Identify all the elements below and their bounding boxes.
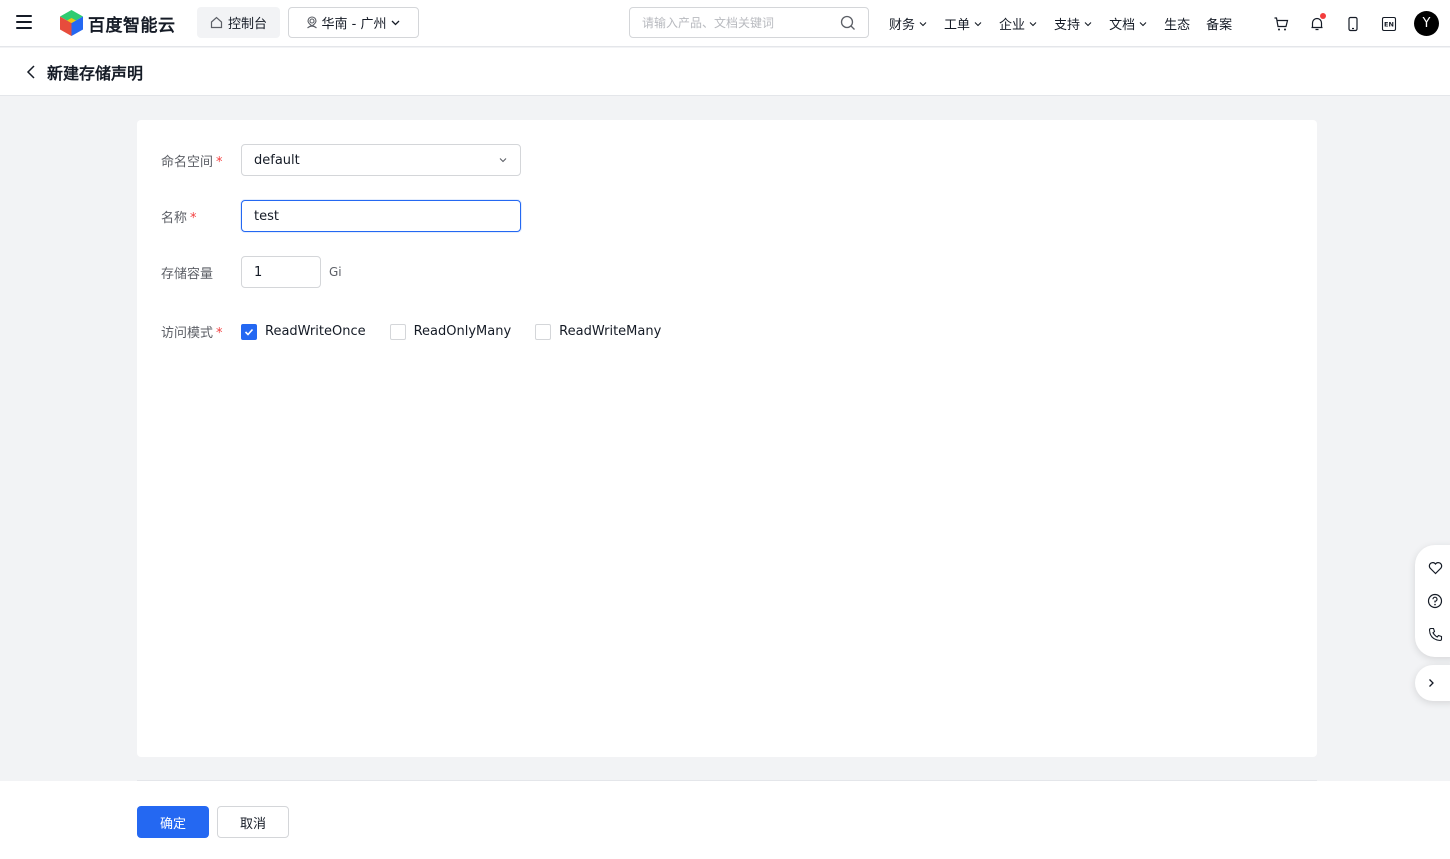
phone-icon[interactable] [1425, 624, 1445, 644]
checkbox-readonlymany[interactable]: ReadOnlyMany [389, 323, 512, 340]
namespace-value: default [254, 152, 300, 168]
home-icon [210, 16, 223, 29]
page-title: 新建存储声明 [47, 63, 144, 83]
cancel-button[interactable]: 取消 [217, 806, 289, 838]
side-panel-expand-button[interactable] [1415, 665, 1450, 701]
location-icon [306, 16, 317, 29]
global-search[interactable] [629, 7, 869, 38]
checkbox-label: ReadWriteOnce [265, 324, 366, 339]
confirm-button[interactable]: 确定 [137, 806, 209, 838]
check-icon [244, 328, 254, 336]
name-row: 名称 * [161, 200, 521, 232]
menu-icon[interactable] [16, 15, 32, 29]
checkbox-readwriteonce[interactable]: ReadWriteOnce [241, 323, 366, 340]
nav-item-docs[interactable]: 文档 [1109, 14, 1148, 33]
page-header: 新建存储声明 [0, 48, 1450, 96]
namespace-row: 命名空间 * default [161, 144, 521, 176]
nav-item-enterprise[interactable]: 企业 [999, 14, 1038, 33]
region-selector[interactable]: 华南 - 广州 [288, 7, 419, 38]
back-arrow-icon[interactable] [24, 64, 40, 80]
nav-item-support[interactable]: 支持 [1054, 14, 1093, 33]
language-icon[interactable]: EN [1378, 13, 1400, 35]
namespace-select[interactable]: default [241, 144, 521, 176]
required-mark: * [216, 154, 223, 170]
top-navigation-bar: 百度智能云 控制台 华南 - 广州 财务 工单 企业 支持 文档 生态 备案 E [0, 0, 1450, 47]
floating-help-panel [1415, 545, 1450, 657]
avatar[interactable]: Y [1414, 11, 1439, 36]
name-label: 名称 * [161, 210, 197, 226]
logo[interactable]: 百度智能云 [60, 10, 176, 36]
required-mark: * [190, 210, 197, 226]
chevron-down-icon [1139, 21, 1147, 26]
chevron-right-icon [1429, 679, 1434, 687]
chevron-down-icon [1029, 21, 1037, 26]
capacity-input[interactable] [241, 256, 321, 288]
logo-text: 百度智能云 [88, 15, 176, 36]
checkbox-unchecked[interactable] [389, 323, 406, 340]
nav-item-ecosystem[interactable]: 生态 [1164, 14, 1190, 33]
bell-icon[interactable] [1306, 12, 1328, 35]
help-icon[interactable] [1425, 591, 1445, 611]
notification-dot [1320, 12, 1326, 19]
region-label: 华南 - 广州 [321, 17, 387, 32]
required-mark: * [216, 326, 223, 341]
checkbox-readwritemany[interactable]: ReadWriteMany [535, 323, 662, 340]
chevron-down-icon [974, 21, 982, 26]
mobile-icon[interactable] [1342, 13, 1364, 35]
language-label: EN [1384, 20, 1394, 28]
namespace-label: 命名空间 * [161, 154, 223, 170]
cart-icon[interactable] [1270, 13, 1292, 35]
top-nav-icons: EN [1270, 0, 1414, 47]
access-mode-label: 访问模式 * [161, 326, 223, 341]
name-input[interactable] [241, 200, 521, 232]
checkbox-checked[interactable] [241, 323, 257, 340]
nav-item-ticket[interactable]: 工单 [944, 14, 983, 33]
top-nav-menu: 财务 工单 企业 支持 文档 生态 备案 [889, 0, 1248, 47]
checkbox-unchecked[interactable] [535, 323, 552, 340]
capacity-unit: Gi [329, 265, 342, 279]
chevron-down-icon [499, 158, 507, 163]
heart-icon[interactable] [1425, 558, 1445, 578]
chevron-down-icon [392, 20, 400, 26]
search-input[interactable] [642, 15, 840, 30]
capacity-label: 存储容量 [161, 266, 214, 282]
capacity-row: 存储容量 Gi [161, 256, 342, 288]
chevron-down-icon [1084, 21, 1092, 26]
nav-item-finance[interactable]: 财务 [889, 14, 928, 33]
logo-cube-icon [60, 10, 83, 36]
form-card: 命名空间* default 名称* 存储容量 Gi 访问模式* ReadWrit… [137, 120, 1317, 757]
console-label: 控制台 [227, 17, 267, 32]
search-icon[interactable] [840, 15, 856, 31]
access-mode-row: 访问模式 * ReadWriteOnce ReadOnlyMany ReadWri… [161, 322, 685, 341]
chevron-down-icon [919, 21, 927, 26]
nav-item-filing[interactable]: 备案 [1206, 14, 1232, 33]
checkbox-label: ReadOnlyMany [413, 324, 512, 339]
console-button[interactable]: 控制台 [197, 7, 280, 38]
form-footer: 确定 取消 [0, 781, 1450, 859]
checkbox-label: ReadWriteMany [559, 324, 662, 339]
